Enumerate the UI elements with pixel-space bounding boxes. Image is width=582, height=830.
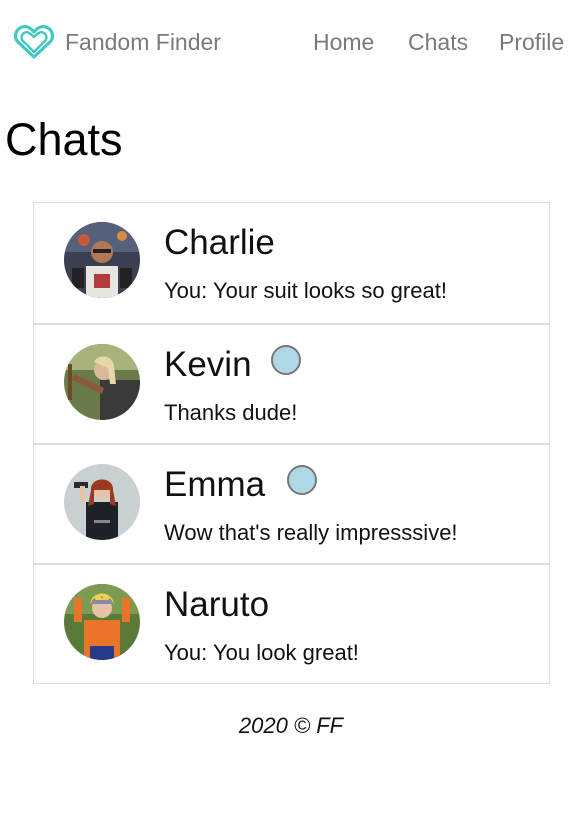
chat-name: Charlie xyxy=(164,223,275,262)
avatar-kevin-image xyxy=(64,344,140,420)
avatar xyxy=(64,344,140,420)
footer: 2020 © FF xyxy=(238,713,344,738)
avatar xyxy=(64,464,140,540)
top-navbar: Fandom Finder Home Chats Profile xyxy=(0,0,582,86)
chat-item-kevin[interactable]: Kevin Thanks dude! xyxy=(34,323,549,443)
nav-link-chats[interactable]: Chats xyxy=(408,29,468,56)
nav-link-profile[interactable]: Profile xyxy=(499,29,564,56)
chat-preview: You: You look great! xyxy=(164,640,359,665)
chat-preview: Thanks dude! xyxy=(164,400,298,425)
chat-item-naruto[interactable]: Naruto You: You look great! xyxy=(34,563,549,683)
nav-link-home[interactable]: Home xyxy=(313,29,374,56)
chat-name: Emma xyxy=(164,465,266,504)
unread-indicator xyxy=(287,465,317,495)
chat-item-charlie[interactable]: Charlie You: Your suit looks so great! xyxy=(34,203,549,323)
avatar xyxy=(64,222,140,298)
avatar-emma-image xyxy=(64,464,140,540)
chat-preview: You: Your suit looks so great! xyxy=(164,278,447,303)
chat-preview: Wow that's really impresssive! xyxy=(164,520,458,545)
chat-name: Naruto xyxy=(164,585,270,624)
avatar-charlie-image xyxy=(64,222,140,298)
avatar xyxy=(64,584,140,660)
chat-name: Kevin xyxy=(164,345,252,384)
heart-logo-icon xyxy=(14,25,54,59)
brand-name: Fandom Finder xyxy=(65,28,221,55)
page-title: Chats xyxy=(5,114,123,165)
avatar-naruto-image xyxy=(64,584,140,660)
chat-item-emma[interactable]: Emma Wow that's really impresssive! xyxy=(34,443,549,563)
unread-indicator xyxy=(271,345,301,375)
brand-link[interactable]: Fandom Finder xyxy=(14,22,221,62)
chat-list: Charlie You: Your suit looks so great! K… xyxy=(33,202,550,684)
